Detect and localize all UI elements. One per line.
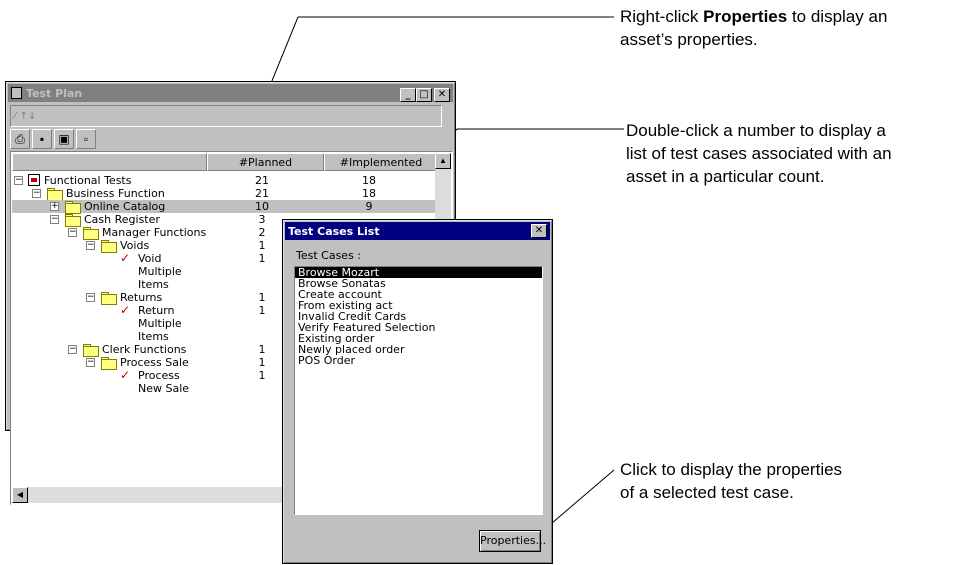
checkmark-icon: ✓: [120, 303, 131, 317]
list-item[interactable]: POS Order: [295, 355, 542, 366]
test-plan-titlebar[interactable]: Test Plan _ □ ✕: [8, 84, 453, 102]
tree-row-label: Void: [138, 252, 162, 265]
collapse-icon[interactable]: −: [14, 176, 23, 185]
tree-row-label: Multiple: [138, 265, 182, 278]
tree-row-selected[interactable]: + Online Catalog 10 9: [12, 200, 437, 214]
expand-icon[interactable]: +: [50, 202, 59, 211]
tree-row-label: Items: [138, 278, 169, 291]
tree-row[interactable]: − Business Function 21 18: [12, 187, 437, 201]
tree-row-label: Clerk Functions: [102, 343, 187, 356]
collapse-icon[interactable]: −: [50, 215, 59, 224]
implemented-count[interactable]: 9: [334, 200, 404, 213]
minimize-button[interactable]: _: [400, 88, 416, 102]
collapse-icon[interactable]: −: [68, 345, 77, 354]
implemented-count[interactable]: 18: [334, 187, 404, 200]
sort-icon[interactable]: ↑↓: [20, 111, 37, 122]
properties-button[interactable]: Properties...: [479, 530, 546, 552]
folder-icon: [83, 227, 99, 240]
scroll-up-icon[interactable]: ▲: [435, 153, 451, 169]
folder-icon: [47, 188, 63, 201]
maximize-button[interactable]: □: [416, 88, 432, 102]
print-icon[interactable]: ⎙: [10, 129, 30, 149]
tree-row-label: Items: [138, 330, 169, 343]
header-implemented[interactable]: #Implemented: [324, 153, 438, 171]
properties-icon[interactable]: ▫: [76, 129, 96, 149]
test-plan-app-icon: [11, 87, 22, 99]
collapse-icon[interactable]: −: [68, 228, 77, 237]
tree-row-label: New Sale: [138, 382, 190, 395]
collapse-icon[interactable]: −: [86, 241, 95, 250]
tree-row-label: Process Sale: [120, 356, 189, 369]
tree-row[interactable]: − Functional Tests 21 18: [12, 174, 437, 187]
tree-row-label: Manager Functions: [102, 226, 207, 239]
implemented-count[interactable]: 18: [334, 174, 404, 187]
filter-toolbar: ⁄ ↑↓: [10, 105, 442, 127]
action-toolbar: ⎙ ▪ ▣ ▫: [10, 129, 96, 149]
test-cases-dialog: Test Cases List ✕ Test Cases : Browse Mo…: [282, 219, 553, 564]
test-plan-title: Test Plan: [26, 86, 83, 100]
header-name[interactable]: [12, 153, 207, 171]
folder-icon: [101, 357, 117, 370]
dialog-close-button[interactable]: ✕: [531, 224, 547, 238]
scroll-left-icon[interactable]: ◀: [12, 487, 28, 503]
test-cases-title: Test Cases List: [288, 224, 380, 238]
test-cases-titlebar[interactable]: Test Cases List ✕: [285, 222, 550, 240]
save-icon[interactable]: ▪: [32, 129, 52, 149]
tree-row-label: Cash Register: [84, 213, 160, 226]
collapse-icon[interactable]: −: [32, 189, 41, 198]
tree-row-label: Process: [138, 369, 180, 382]
callout-double-click-number: Double-click a number to display a list …: [626, 121, 892, 186]
copy-icon[interactable]: ▣: [54, 129, 74, 149]
tree-row-label: Functional Tests: [44, 174, 132, 187]
test-suite-icon: [28, 174, 40, 186]
folder-icon: [83, 344, 99, 357]
filter-icon[interactable]: ⁄: [14, 111, 16, 122]
collapse-icon[interactable]: −: [86, 358, 95, 367]
grid-header: #Planned #Implemented: [12, 153, 438, 171]
header-planned[interactable]: #Planned: [207, 153, 324, 171]
checkmark-icon: ✓: [120, 368, 131, 382]
folder-icon: [65, 214, 81, 227]
callout-properties-button: Click to display the properties of a sel…: [620, 460, 843, 502]
planned-count[interactable]: 10: [227, 200, 297, 213]
tree-row-label: Online Catalog: [84, 200, 166, 213]
checkmark-icon: ✓: [120, 251, 131, 265]
planned-count[interactable]: 21: [227, 187, 297, 200]
planned-count[interactable]: 21: [227, 174, 297, 187]
tree-row-label: Multiple: [138, 317, 182, 330]
test-cases-label: Test Cases :: [296, 249, 362, 262]
folder-icon: [65, 201, 81, 214]
tree-row-label: Business Function: [66, 187, 165, 200]
folder-icon: [101, 292, 117, 305]
test-cases-listbox[interactable]: Browse Mozart Browse Sonatas Create acco…: [294, 266, 543, 515]
callout-properties: Right-click Properties to display an ass…: [620, 7, 888, 49]
folder-icon: [101, 240, 117, 253]
tree-row-label: Return: [138, 304, 175, 317]
close-button[interactable]: ✕: [434, 88, 450, 102]
collapse-icon[interactable]: −: [86, 293, 95, 302]
